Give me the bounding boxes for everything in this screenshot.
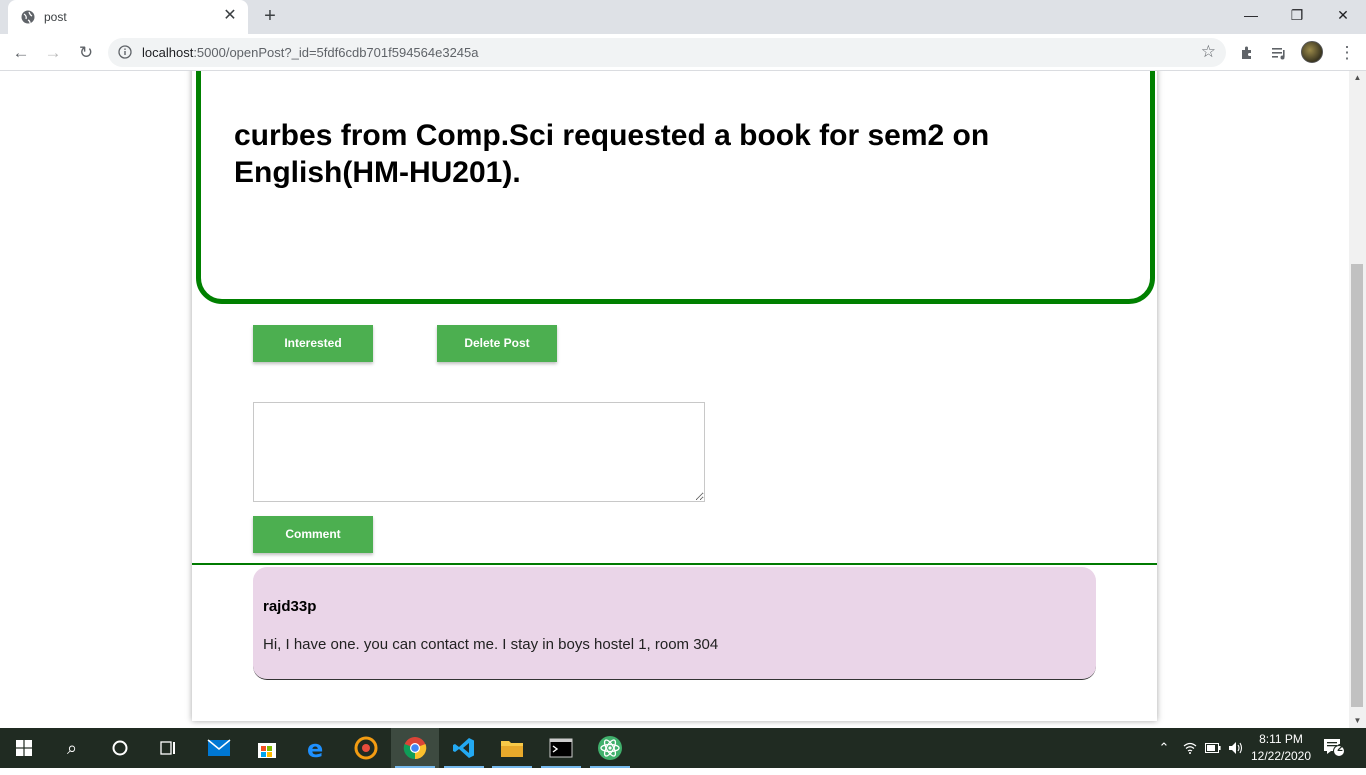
vscode-icon[interactable] — [440, 728, 488, 768]
extensions-puzzle-icon[interactable] — [1234, 40, 1260, 66]
chrome-taskbar-icon[interactable] — [391, 728, 439, 768]
post-container: curbes from Comp.Sci requested a book fo… — [192, 71, 1157, 721]
section-divider — [192, 563, 1157, 565]
volume-icon[interactable] — [1227, 728, 1245, 768]
wifi-icon[interactable] — [1182, 728, 1198, 768]
windows-start-icon[interactable] — [0, 728, 48, 768]
back-arrow-icon[interactable]: ← — [8, 40, 34, 66]
tab-close-icon[interactable]: ✕ — [222, 8, 238, 25]
atom-icon[interactable] — [586, 728, 634, 768]
page-viewport: curbes from Comp.Sci requested a book fo… — [0, 71, 1349, 728]
store-icon[interactable] — [243, 728, 291, 768]
terminal-icon[interactable] — [537, 728, 585, 768]
interested-button[interactable]: Interested — [253, 325, 373, 362]
clock-date: 12/22/2020 — [1250, 749, 1312, 763]
new-tab-button[interactable]: + — [260, 6, 280, 26]
forward-arrow-icon[interactable]: → — [40, 40, 66, 66]
tray-chevron-icon[interactable]: ⌃ — [1156, 728, 1172, 768]
info-icon[interactable] — [118, 45, 132, 59]
file-explorer-icon[interactable] — [488, 728, 536, 768]
restore-button[interactable]: ❐ — [1274, 0, 1320, 30]
minimize-button[interactable]: — — [1228, 0, 1274, 30]
scroll-down-arrow-icon[interactable]: ▼ — [1349, 714, 1366, 728]
clock-time: 8:11 PM — [1259, 732, 1303, 746]
menu-kebab-icon[interactable]: ⋮ — [1334, 40, 1360, 66]
reload-icon[interactable]: ↻ — [73, 40, 99, 66]
browser-tab[interactable]: post ✕ — [8, 0, 248, 34]
windows-taskbar: ⌕ e ⌃ 8:11 PM 12/22/2020 2 — [0, 728, 1366, 768]
comment-card: rajd33p Hi, I have one. you can contact … — [253, 567, 1096, 680]
cortana-icon[interactable] — [96, 728, 144, 768]
tab-title: post — [44, 10, 67, 24]
url-path: :5000/openPost?_id=5fdf6cdb701f594564e32… — [193, 45, 479, 60]
comment-button[interactable]: Comment — [253, 516, 373, 553]
comment-text: Hi, I have one. you can contact me. I st… — [263, 636, 719, 653]
scroll-thumb[interactable] — [1351, 264, 1363, 707]
address-bar[interactable]: localhost:5000/openPost?_id=5fdf6cdb701f… — [108, 38, 1226, 67]
scroll-up-arrow-icon[interactable]: ▲ — [1349, 71, 1366, 85]
system-clock[interactable]: 8:11 PM 12/22/2020 — [1246, 731, 1316, 765]
page-scrollbar[interactable]: ▲ ▼ — [1349, 71, 1366, 728]
mail-icon[interactable] — [195, 728, 243, 768]
bookmark-star-icon[interactable]: ☆ — [1201, 42, 1216, 62]
delete-post-button[interactable]: Delete Post — [437, 325, 557, 362]
browser-toolbar: ← → ↻ localhost:5000/openPost?_id=5fdf6c… — [0, 34, 1366, 71]
search-icon[interactable]: ⌕ — [48, 728, 96, 768]
tab-strip: post ✕ + — ❐ ✕ — [0, 0, 1366, 34]
profile-avatar[interactable] — [1301, 41, 1323, 63]
task-view-icon[interactable] — [144, 728, 192, 768]
comment-textarea[interactable] — [253, 402, 705, 502]
battery-icon[interactable] — [1204, 728, 1222, 768]
notification-count-badge: 2 — [1337, 743, 1343, 754]
url-host: localhost — [142, 45, 194, 60]
url-text: localhost:5000/openPost?_id=5fdf6cdb701f… — [142, 45, 479, 60]
media-queue-icon[interactable] — [1266, 40, 1292, 66]
svg-text:e: e — [307, 736, 323, 760]
post-box: curbes from Comp.Sci requested a book fo… — [196, 71, 1155, 304]
post-heading: curbes from Comp.Sci requested a book fo… — [234, 119, 990, 189]
window-close-button[interactable]: ✕ — [1320, 0, 1366, 30]
edge-icon[interactable]: e — [293, 728, 341, 768]
media-player-icon[interactable] — [342, 728, 390, 768]
comment-author: rajd33p — [263, 598, 317, 615]
globe-icon — [21, 10, 35, 24]
